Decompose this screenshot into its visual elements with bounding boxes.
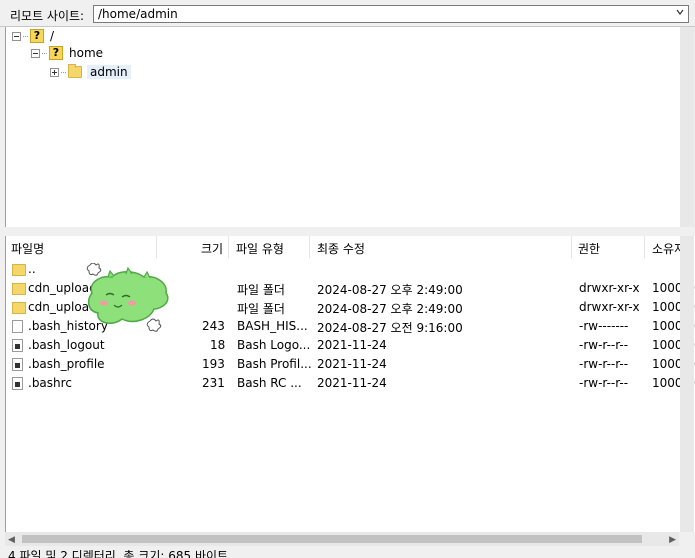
table-row[interactable]: .bash_profile 193 Bash Profil... 2021-11…	[6, 355, 695, 374]
file-name: .bash_profile	[28, 357, 105, 371]
file-size: 231	[202, 376, 225, 390]
remote-site-bar: 리모트 사이트: /home/admin	[0, 0, 695, 27]
file-permissions: -rw-r--r--	[579, 338, 629, 352]
scroll-left-icon[interactable]: ◀	[8, 535, 15, 545]
file-type: 파일 폴더	[237, 283, 285, 297]
tree-item-label: /	[50, 29, 55, 43]
tree-item-home[interactable]: ? home	[31, 44, 103, 62]
column-size[interactable]: 크기	[201, 240, 223, 257]
script-file-icon	[12, 377, 23, 390]
file-size: 243	[202, 319, 225, 333]
question-icon: ?	[30, 29, 44, 43]
tree-item-root[interactable]: ? /	[12, 27, 54, 45]
file-type: 파일 폴더	[237, 302, 285, 316]
question-icon: ?	[49, 46, 63, 60]
scroll-right-icon[interactable]: ▶	[669, 535, 676, 545]
file-modified: 2024-08-27 오전 9:16:00	[317, 321, 463, 335]
file-name: .bashrc	[28, 376, 72, 390]
collapse-toggle[interactable]	[12, 31, 21, 41]
folder-icon	[12, 264, 26, 276]
file-permissions: -rw-------	[579, 319, 629, 333]
folder-icon	[12, 302, 26, 314]
folder-icon	[12, 283, 26, 295]
file-modified: 2021-11-24	[317, 357, 387, 371]
chevron-down-icon[interactable]	[676, 8, 684, 16]
column-modified[interactable]: 최종 수정	[317, 240, 365, 257]
column-filename[interactable]: 파일명	[11, 240, 44, 257]
file-permissions: -rw-r--r--	[579, 357, 629, 371]
tree-item-admin[interactable]: admin	[50, 63, 131, 81]
file-icon	[12, 320, 23, 333]
file-size: 18	[210, 338, 226, 352]
horizontal-scrollbar[interactable]: ◀ ▶	[5, 532, 679, 546]
script-file-icon	[12, 339, 23, 352]
collapse-toggle[interactable]	[31, 48, 40, 58]
table-row[interactable]: .bash_logout 18 Bash Logo... 2021-11-24 …	[6, 336, 695, 355]
file-permissions: -rw-r--r--	[579, 376, 629, 390]
file-type: Bash Logo...	[237, 338, 311, 352]
tree-scrollbar[interactable]	[680, 27, 694, 227]
file-name: .bash_logout	[28, 338, 105, 352]
column-permissions[interactable]: 권한	[578, 240, 600, 257]
sort-ascending-icon: ^	[76, 236, 84, 243]
column-type[interactable]: 파일 유형	[236, 240, 284, 257]
file-list-vertical-scrollbar[interactable]	[680, 236, 694, 532]
file-modified: 2024-08-27 오후 2:49:00	[317, 302, 463, 316]
remote-site-label: 리모트 사이트:	[10, 9, 85, 23]
tree-item-label: home	[69, 46, 104, 60]
cartoon-blob-sticker	[86, 263, 169, 332]
remote-path-value: /home/admin	[98, 7, 178, 21]
file-size: 193	[202, 357, 225, 371]
file-type: BASH_HIS...	[237, 319, 308, 333]
directory-tree: ? / ? home admin	[5, 27, 681, 227]
file-modified: 2021-11-24	[317, 338, 387, 352]
script-file-icon	[12, 358, 23, 371]
file-permissions: drwxr-xr-x	[579, 281, 640, 295]
pane-splitter[interactable]	[0, 228, 695, 236]
file-list-header: 파일명 ^ 크기 파일 유형 최종 수정 권한 소유자/	[6, 236, 695, 258]
file-type: Bash Profil...	[237, 357, 312, 371]
remote-path-input[interactable]: /home/admin	[93, 5, 689, 23]
scrollbar-thumb[interactable]	[22, 535, 642, 543]
file-type: Bash RC ...	[237, 376, 302, 390]
table-row[interactable]: .bashrc 231 Bash RC ... 2021-11-24 -rw-r…	[6, 374, 695, 393]
file-permissions: drwxr-xr-x	[579, 300, 640, 314]
file-name: ..	[28, 262, 36, 276]
file-modified: 2024-08-27 오후 2:49:00	[317, 283, 463, 297]
expand-toggle[interactable]	[50, 67, 59, 77]
tree-item-label: admin	[87, 65, 131, 79]
status-text: 4 파일 및 2 디렉터리. 총 크기: 685 바이트	[8, 550, 229, 558]
file-modified: 2021-11-24	[317, 376, 387, 390]
folder-icon	[68, 64, 82, 78]
